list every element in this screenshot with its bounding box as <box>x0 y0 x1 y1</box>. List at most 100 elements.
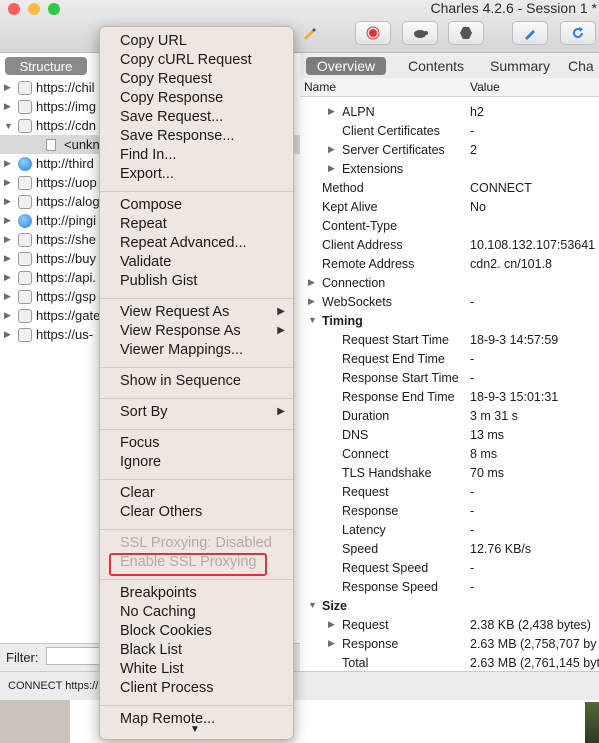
tab-summary[interactable]: Summary <box>484 57 556 75</box>
disclosure-closed-icon[interactable]: ▶ <box>4 310 18 321</box>
disclosure-closed-icon[interactable]: ▶ <box>308 296 315 307</box>
minimize-window-button[interactable] <box>28 3 40 15</box>
menu-item-publish-gist[interactable]: Publish Gist <box>120 273 293 289</box>
property-row[interactable]: Remote Address cdn2. cn/101.8 <box>300 255 599 274</box>
property-row[interactable]: Response End Time 18-9-3 15:01:31 <box>300 388 599 407</box>
refresh-icon[interactable] <box>560 21 596 45</box>
property-row[interactable]: ▼ Size <box>300 597 599 616</box>
property-row[interactable]: TLS Handshake 70 ms <box>300 464 599 483</box>
record-icon[interactable] <box>355 21 391 45</box>
menu-item-repeat[interactable]: Repeat <box>120 216 293 232</box>
filter-input[interactable] <box>46 647 102 665</box>
menu-item-copy-request[interactable]: Copy Request <box>120 71 293 87</box>
property-row[interactable]: ▶ WebSockets - <box>300 293 599 312</box>
tab-contents[interactable]: Contents <box>400 57 472 75</box>
zoom-window-button[interactable] <box>48 3 60 15</box>
menu-item-black-list[interactable]: Black List <box>120 642 293 658</box>
disclosure-open-icon[interactable]: ▼ <box>308 600 317 610</box>
disclosure-closed-icon[interactable]: ▶ <box>4 101 18 112</box>
tab-overview[interactable]: Overview <box>306 57 386 75</box>
column-value[interactable]: Value <box>470 80 500 94</box>
tab-chart[interactable]: Cha <box>568 57 599 75</box>
property-row[interactable]: Kept Alive No <box>300 198 599 217</box>
disclosure-closed-icon[interactable]: ▶ <box>4 291 18 302</box>
property-row[interactable]: Request Speed - <box>300 559 599 578</box>
property-row[interactable]: Client Certificates - <box>300 122 599 141</box>
menu-item-clear[interactable]: Clear <box>120 485 293 501</box>
disclosure-closed-icon[interactable]: ▶ <box>328 106 335 117</box>
menu-item-show-in-sequence[interactable]: Show in Sequence <box>120 373 293 389</box>
property-row[interactable]: ▼ Timing <box>300 312 599 331</box>
disclosure-closed-icon[interactable]: ▶ <box>4 329 18 340</box>
disclosure-closed-icon[interactable]: ▶ <box>4 215 18 226</box>
menu-item-breakpoints[interactable]: Breakpoints <box>120 585 293 601</box>
property-row[interactable]: Client Address 10.108.132.107:53641 <box>300 236 599 255</box>
menu-item-client-process[interactable]: Client Process <box>120 680 293 696</box>
disclosure-closed-icon[interactable]: ▶ <box>328 638 335 649</box>
disclosure-closed-icon[interactable]: ▶ <box>4 177 18 188</box>
menu-item-find-in[interactable]: Find In... <box>120 147 293 163</box>
edit-pencil-icon[interactable] <box>512 21 548 45</box>
property-row[interactable]: ▶ Connection <box>300 274 599 293</box>
disclosure-closed-icon[interactable]: ▶ <box>328 619 335 630</box>
menu-item-block-cookies[interactable]: Block Cookies <box>120 623 293 639</box>
property-row[interactable]: Connect 8 ms <box>300 445 599 464</box>
property-row[interactable]: Speed 12.76 KB/s <box>300 540 599 559</box>
disclosure-open-icon[interactable]: ▼ <box>308 315 317 325</box>
menu-item-no-caching[interactable]: No Caching <box>120 604 293 620</box>
menu-item-viewer-mappings[interactable]: Viewer Mappings... <box>120 342 293 358</box>
property-row[interactable]: Content-Type <box>300 217 599 236</box>
menu-item-sort-by[interactable]: Sort By ▶ <box>120 404 293 420</box>
disclosure-closed-icon[interactable]: ▶ <box>4 82 18 93</box>
menu-item-ignore[interactable]: Ignore <box>120 454 293 470</box>
disclosure-open-icon[interactable]: ▼ <box>4 121 18 131</box>
menu-item-clear-others[interactable]: Clear Others <box>120 504 293 520</box>
menu-item-validate[interactable]: Validate <box>120 254 293 270</box>
menu-item-white-list[interactable]: White List <box>120 661 293 677</box>
menu-scroll-down-icon[interactable]: ▼ <box>190 724 200 735</box>
property-row[interactable]: Request End Time - <box>300 350 599 369</box>
throttle-turtle-icon[interactable] <box>402 21 438 45</box>
menu-item-compose[interactable]: Compose <box>120 197 293 213</box>
menu-item-repeat-advanced[interactable]: Repeat Advanced... <box>120 235 293 251</box>
property-row[interactable]: Request Start Time 18-9-3 14:57:59 <box>300 331 599 350</box>
disclosure-closed-icon[interactable]: ▶ <box>4 158 18 169</box>
disclosure-closed-icon[interactable]: ▶ <box>4 272 18 283</box>
disclosure-closed-icon[interactable]: ▶ <box>4 253 18 264</box>
property-row[interactable]: DNS 13 ms <box>300 426 599 445</box>
property-row[interactable]: ▶ Request 2.38 KB (2,438 bytes) <box>300 616 599 635</box>
property-row[interactable]: ▶ Extensions <box>300 160 599 179</box>
menu-item-map-remote[interactable]: Map Remote... <box>120 711 293 727</box>
menu-item-view-response-as[interactable]: View Response As ▶ <box>120 323 293 339</box>
menu-item-copy-curl-request[interactable]: Copy cURL Request <box>120 52 293 68</box>
property-row[interactable]: ▶ Response 2.63 MB (2,758,707 by <box>300 635 599 654</box>
property-value: - <box>470 485 475 499</box>
disclosure-closed-icon[interactable]: ▶ <box>4 234 18 245</box>
property-row[interactable]: Method CONNECT <box>300 179 599 198</box>
menu-item-copy-response[interactable]: Copy Response <box>120 90 293 106</box>
property-row[interactable]: Request - <box>300 483 599 502</box>
structure-tab[interactable]: Structure <box>5 57 87 75</box>
close-window-button[interactable] <box>8 3 20 15</box>
property-row[interactable]: ▶ Server Certificates 2 <box>300 141 599 160</box>
menu-item-focus[interactable]: Focus <box>120 435 293 451</box>
property-row[interactable]: Response Start Time - <box>300 369 599 388</box>
property-row[interactable]: Response - <box>300 502 599 521</box>
breakpoint-hexagon-icon[interactable] <box>448 21 484 45</box>
disclosure-closed-icon[interactable]: ▶ <box>308 277 315 288</box>
property-row[interactable]: ▶ ALPN h2 <box>300 103 599 122</box>
property-row[interactable]: Latency - <box>300 521 599 540</box>
menu-item-save-response[interactable]: Save Response... <box>120 128 293 144</box>
disclosure-closed-icon[interactable]: ▶ <box>4 196 18 207</box>
property-row[interactable]: Duration 3 m 31 s <box>300 407 599 426</box>
menu-item-view-request-as[interactable]: View Request As ▶ <box>120 304 293 320</box>
disclosure-closed-icon[interactable]: ▶ <box>328 144 335 155</box>
menu-item-save-request[interactable]: Save Request... <box>120 109 293 125</box>
disclosure-closed-icon[interactable]: ▶ <box>328 163 335 174</box>
column-name[interactable]: Name <box>304 80 336 94</box>
menu-item-export[interactable]: Export... <box>120 166 293 182</box>
pen-icon[interactable] <box>294 21 324 45</box>
property-value: - <box>470 124 475 138</box>
menu-item-copy-url[interactable]: Copy URL <box>120 33 293 49</box>
property-row[interactable]: Response Speed - <box>300 578 599 597</box>
